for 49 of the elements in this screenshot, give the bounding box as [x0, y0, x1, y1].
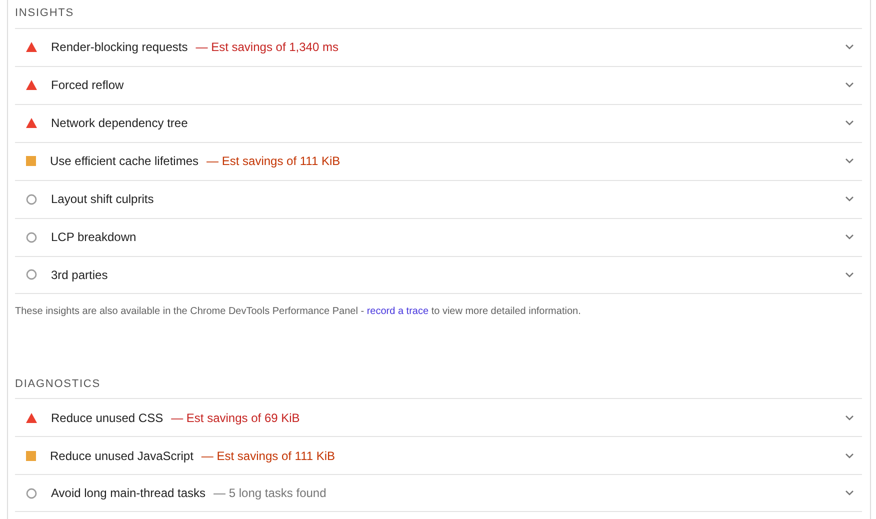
audit-title: Render-blocking requests	[51, 39, 188, 56]
circle-icon	[26, 269, 37, 280]
chevron-down-icon	[845, 234, 854, 240]
chevron-down-icon	[845, 196, 854, 202]
chevron-down-icon	[845, 452, 854, 458]
audit-row[interactable]: Avoid long main-thread tasks — 5 long tasks found	[15, 474, 862, 512]
chevron-down-icon	[845, 272, 854, 278]
chevron-down-icon	[845, 120, 854, 126]
square-icon	[26, 156, 36, 166]
audit-savings: — Est savings of 1,340 ms	[196, 39, 338, 56]
audit-title: Use efficient cache lifetimes	[50, 153, 199, 170]
warning-triangle-icon	[26, 42, 37, 52]
audit-savings: — Est savings of 69 KiB	[171, 410, 300, 426]
audit-savings: — Est savings of 111 KiB	[201, 448, 336, 464]
chevron-down-icon	[845, 82, 854, 88]
circle-icon	[26, 488, 37, 498]
audit-row[interactable]: Use efficient cache lifetimes — Est savings of 111 KiB	[15, 142, 862, 180]
audit-row[interactable]: Network dependency tree	[15, 104, 862, 142]
audit-title: Avoid long main-thread tasks	[51, 485, 206, 502]
audit-row[interactable]: 3rd parties	[15, 256, 862, 294]
audit-title: Layout shift culprits	[51, 191, 154, 208]
chevron-down-icon	[845, 490, 854, 496]
audit-row[interactable]: Render-blocking requests — Est savings of 1,340 ms	[15, 28, 862, 66]
audit-title: 3rd parties	[51, 266, 108, 284]
insights-note: These insights are also available in the Chrome DevTools Performance Panel - record a trace to view more detailed information.	[15, 304, 582, 318]
audit-row[interactable]: Layout shift culprits	[15, 180, 862, 218]
audit-savings: — Est savings of 111 KiB	[206, 153, 340, 170]
chevron-down-icon	[845, 158, 854, 164]
audit-title: Network dependency tree	[51, 115, 188, 132]
audit-savings: — 5 long tasks found	[214, 485, 326, 502]
audit-title: Forced reflow	[51, 77, 124, 94]
warning-triangle-icon	[26, 80, 37, 90]
audit-title: LCP breakdown	[51, 229, 136, 246]
audit-row[interactable]: Forced reflow	[15, 66, 862, 104]
audit-title: Reduce unused JavaScript	[50, 448, 194, 464]
warning-triangle-icon	[26, 412, 37, 422]
chevron-down-icon	[845, 44, 854, 50]
audit-row[interactable]: Reduce unused JavaScript — Est savings of 111 KiB	[15, 436, 862, 474]
audit-row[interactable]: Reduce unused CSS — Est savings of 69 KiB	[15, 398, 862, 436]
circle-icon	[26, 232, 37, 242]
audit-row[interactable]: LCP breakdown	[15, 218, 862, 256]
warning-triangle-icon	[26, 118, 37, 128]
chevron-down-icon	[845, 414, 854, 420]
circle-icon	[26, 194, 37, 204]
square-icon	[26, 450, 36, 460]
section-heading: DIAGNOSTICS	[15, 376, 102, 392]
section-heading: INSIGHTS	[15, 6, 75, 21]
audit-title: Reduce unused CSS	[51, 410, 164, 426]
record-trace-link[interactable]: record a trace	[366, 306, 429, 316]
